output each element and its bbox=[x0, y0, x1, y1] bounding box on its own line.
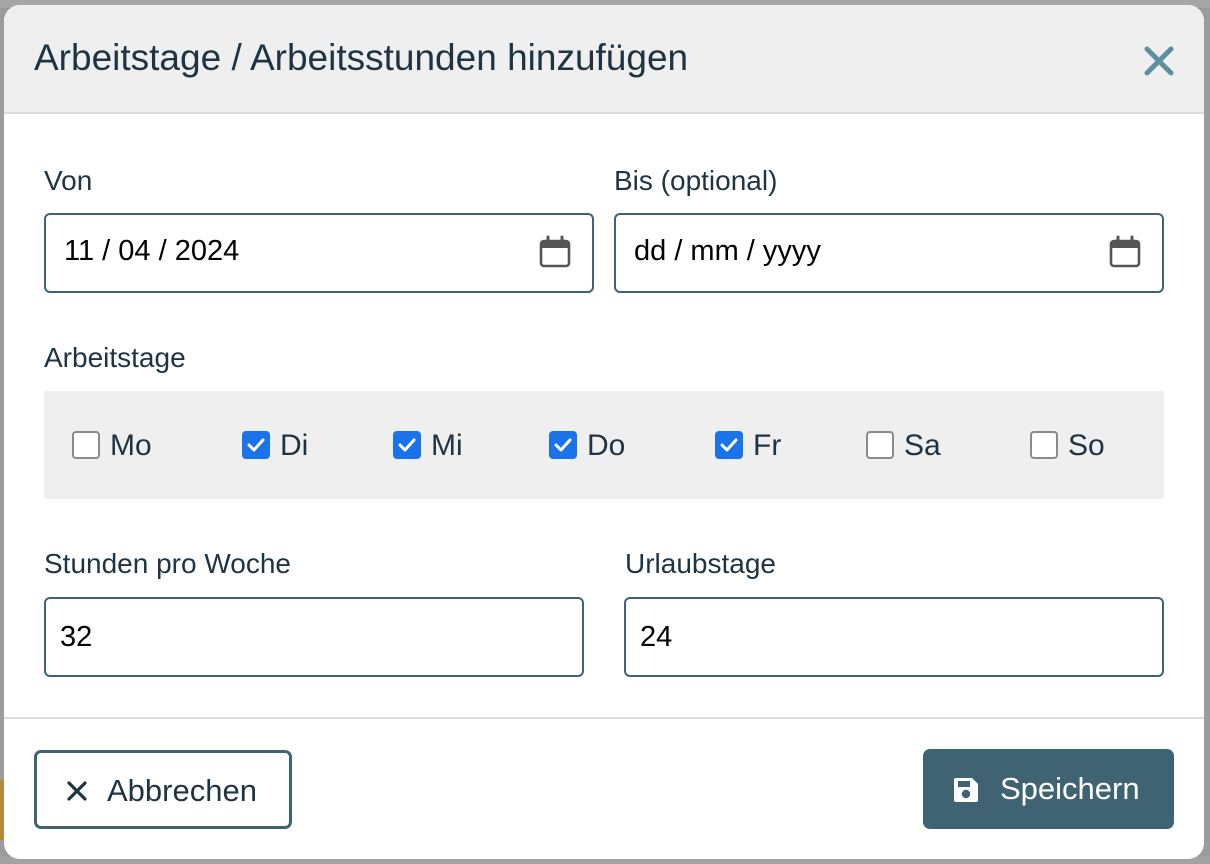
checkbox[interactable] bbox=[72, 431, 100, 459]
save-button-label: Speichern bbox=[1000, 771, 1140, 806]
add-workdays-dialog: Arbeitstage / Arbeitsstunden hinzufügen … bbox=[4, 5, 1204, 859]
from-date-label: Von bbox=[44, 165, 93, 196]
dialog-header: Arbeitstage / Arbeitsstunden hinzufügen bbox=[4, 5, 1204, 114]
checkmark-icon bbox=[720, 438, 738, 452]
hours-per-week-label: Stunden pro Woche bbox=[44, 548, 291, 579]
checkmark-icon bbox=[554, 438, 572, 452]
weekdays-group: Mo Di Mi Do Fr Sa So bbox=[44, 391, 1164, 499]
weekday-label: So bbox=[1068, 429, 1105, 462]
vacation-days-label: Urlaubstage bbox=[625, 548, 776, 579]
calendar-icon[interactable] bbox=[538, 235, 572, 269]
weekday-label: Mi bbox=[431, 429, 463, 462]
hours-per-week-input[interactable] bbox=[60, 599, 568, 675]
to-date-input[interactable]: dd / mm / yyyy bbox=[614, 213, 1164, 293]
to-date-label: Bis (optional) bbox=[614, 165, 778, 196]
hours-per-week-field[interactable] bbox=[44, 597, 584, 677]
cancel-button[interactable]: Abbrechen bbox=[34, 750, 292, 829]
close-icon bbox=[1144, 46, 1174, 76]
dialog-title: Arbeitstage / Arbeitsstunden hinzufügen bbox=[34, 37, 689, 78]
to-date-placeholder: dd / mm / yyyy bbox=[634, 235, 821, 267]
vacation-days-field[interactable] bbox=[624, 597, 1164, 677]
checkbox[interactable] bbox=[866, 431, 894, 459]
from-date-value: 11 / 04 / 2024 bbox=[64, 235, 240, 267]
weekday-label: Sa bbox=[904, 429, 941, 462]
x-icon bbox=[67, 781, 87, 801]
checkbox[interactable] bbox=[393, 431, 421, 459]
weekday-label: Do bbox=[587, 429, 626, 462]
weekday-label: Fr bbox=[753, 429, 782, 462]
floppy-disk-icon bbox=[954, 778, 978, 802]
from-date-input[interactable]: 11 / 04 / 2024 bbox=[44, 213, 594, 293]
footer-divider bbox=[4, 717, 1204, 719]
checkmark-icon bbox=[247, 438, 265, 452]
checkbox[interactable] bbox=[715, 431, 743, 459]
calendar-icon[interactable] bbox=[1108, 235, 1142, 269]
weekdays-label: Arbeitstage bbox=[44, 342, 186, 373]
close-button[interactable] bbox=[1139, 41, 1179, 81]
checkmark-icon bbox=[398, 438, 416, 452]
cancel-button-label: Abbrechen bbox=[107, 773, 257, 808]
checkbox[interactable] bbox=[242, 431, 270, 459]
vacation-days-input[interactable] bbox=[640, 599, 1148, 675]
checkbox[interactable] bbox=[1030, 431, 1058, 459]
weekday-label: Di bbox=[280, 429, 309, 462]
weekday-label: Mo bbox=[110, 429, 152, 462]
checkbox[interactable] bbox=[549, 431, 577, 459]
save-button[interactable]: Speichern bbox=[923, 749, 1174, 829]
